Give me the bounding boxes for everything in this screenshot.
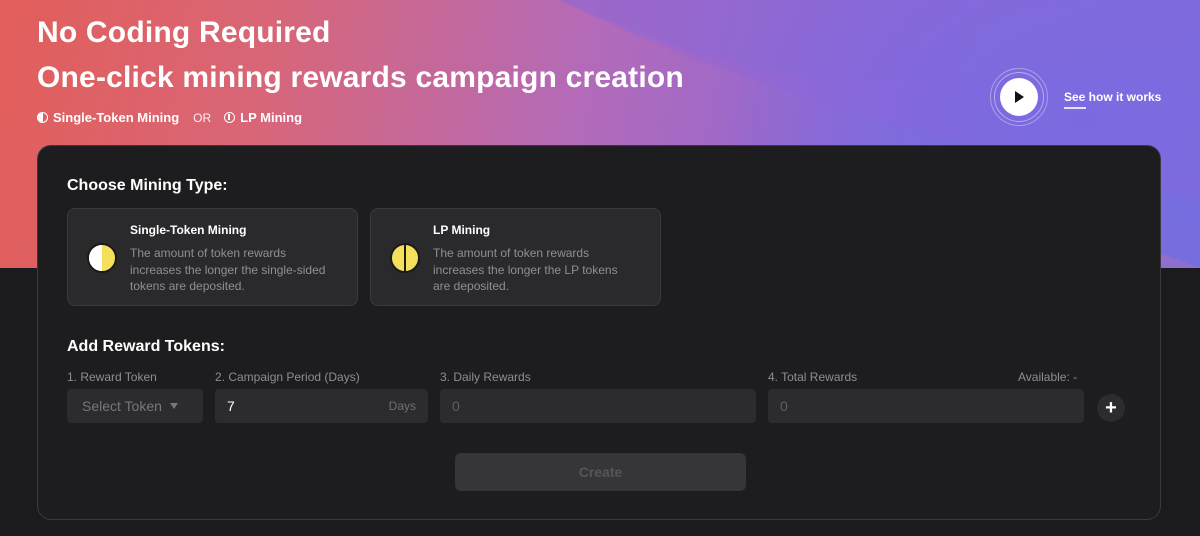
mining-type-description: The amount of token rewards increases th… [433, 246, 618, 293]
caret-down-icon [169, 403, 178, 409]
play-video-button[interactable] [990, 68, 1048, 126]
mining-type-single-token[interactable]: Single-Token Mining The amount of token … [67, 208, 358, 306]
split-circle-icon [224, 112, 236, 123]
reward-token-select[interactable]: Select Token [67, 389, 203, 423]
play-icon [1015, 91, 1024, 103]
select-token-text: Select Token [82, 398, 162, 414]
see-how-underline [1064, 107, 1086, 109]
create-button[interactable]: Create [455, 453, 746, 491]
lp-token-icon [390, 243, 420, 273]
tag-or: OR [193, 110, 212, 125]
total-rewards-placeholder: 0 [780, 398, 788, 414]
half-circle-icon [37, 112, 48, 123]
campaign-period-label: 2. Campaign Period (Days) [215, 370, 360, 384]
mining-type-lp[interactable]: LP Mining The amount of token rewards in… [370, 208, 661, 306]
mining-type-name: LP Mining [433, 223, 491, 237]
hero-tags: Single-Token Mining OR LP Mining [37, 110, 302, 125]
daily-rewards-input[interactable]: 0 [440, 389, 756, 423]
available-balance: Available: - [1018, 370, 1078, 384]
mining-type-description: The amount of token rewards increases th… [130, 246, 326, 293]
total-rewards-label: 4. Total Rewards [768, 370, 858, 384]
reward-token-label: 1. Reward Token [67, 370, 157, 384]
play-button-circle[interactable] [1000, 78, 1038, 116]
add-token-button[interactable]: + [1097, 394, 1125, 422]
add-reward-tokens-title: Add Reward Tokens: [67, 338, 225, 355]
tag-lp: LP Mining [224, 110, 302, 125]
tag-single-token-label: Single-Token Mining [53, 110, 180, 125]
choose-mining-type-title: Choose Mining Type: [67, 177, 228, 194]
mining-type-name: Single-Token Mining [130, 223, 247, 237]
see-how-it-works-link[interactable]: See how it works [1064, 90, 1161, 104]
hero-title: No Coding Required [37, 16, 331, 49]
campaign-period-value: 7 [227, 398, 235, 414]
tag-single-token: Single-Token Mining [37, 110, 179, 125]
total-rewards-input[interactable]: 0 [768, 389, 1084, 423]
campaign-period-input[interactable]: 7 Days [215, 389, 428, 423]
plus-icon: + [1105, 397, 1117, 419]
single-token-icon [87, 243, 117, 273]
tag-lp-label: LP Mining [240, 110, 303, 125]
daily-rewards-label: 3. Daily Rewards [440, 370, 531, 384]
hero-subtitle: One-click mining rewards campaign creati… [37, 61, 684, 94]
daily-rewards-placeholder: 0 [452, 398, 460, 414]
days-unit: Days [388, 399, 416, 413]
campaign-form-card: Choose Mining Type: Single-Token Mining … [37, 145, 1161, 520]
